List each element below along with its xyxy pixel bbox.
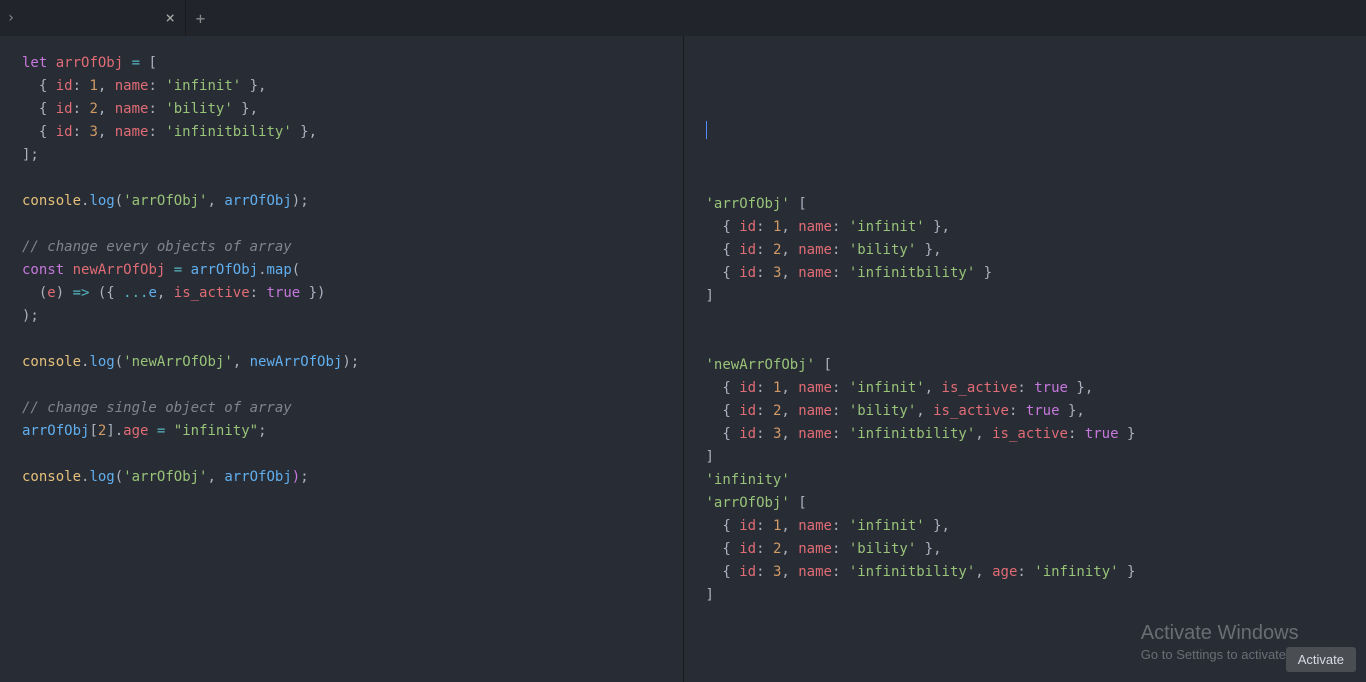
text-cursor: [706, 121, 707, 139]
close-tab-icon[interactable]: ×: [165, 10, 175, 26]
code-editor-pane[interactable]: let arrOfObj = [ { id: 1, name: 'infinit…: [0, 36, 684, 682]
editor-tab[interactable]: ×: [20, 0, 185, 36]
app-root: › × + let arrOfObj = [ { id: 1, name: 'i…: [0, 0, 1366, 682]
tab-list-chevron-icon[interactable]: ›: [6, 10, 16, 26]
activate-button[interactable]: Activate: [1286, 647, 1356, 672]
console-output-pane[interactable]: 'arrOfObj' [ { id: 1, name: 'infinit' },…: [684, 36, 1366, 682]
tab-bar: › × +: [0, 0, 1366, 36]
new-tab-button[interactable]: +: [185, 0, 215, 36]
workspace: let arrOfObj = [ { id: 1, name: 'infinit…: [0, 36, 1366, 682]
